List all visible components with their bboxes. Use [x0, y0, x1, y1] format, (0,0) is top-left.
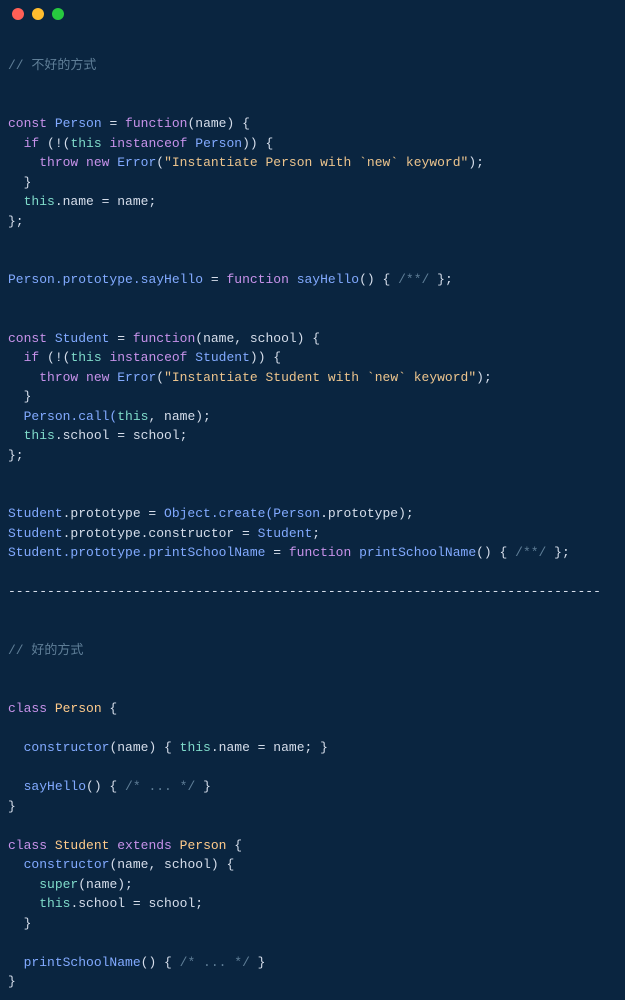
comment-bad: // 不好的方式 — [8, 58, 96, 73]
maximize-icon[interactable] — [52, 8, 64, 20]
comment-good: // 好的方式 — [8, 643, 83, 658]
kw-const: const — [8, 116, 47, 131]
separator: ----------------------------------------… — [8, 584, 601, 599]
ident-person: Person — [55, 116, 102, 131]
close-icon[interactable] — [12, 8, 24, 20]
minimize-icon[interactable] — [32, 8, 44, 20]
window-titlebar — [0, 0, 625, 28]
code-editor: // 不好的方式 const Person = function(name) {… — [0, 28, 625, 1000]
